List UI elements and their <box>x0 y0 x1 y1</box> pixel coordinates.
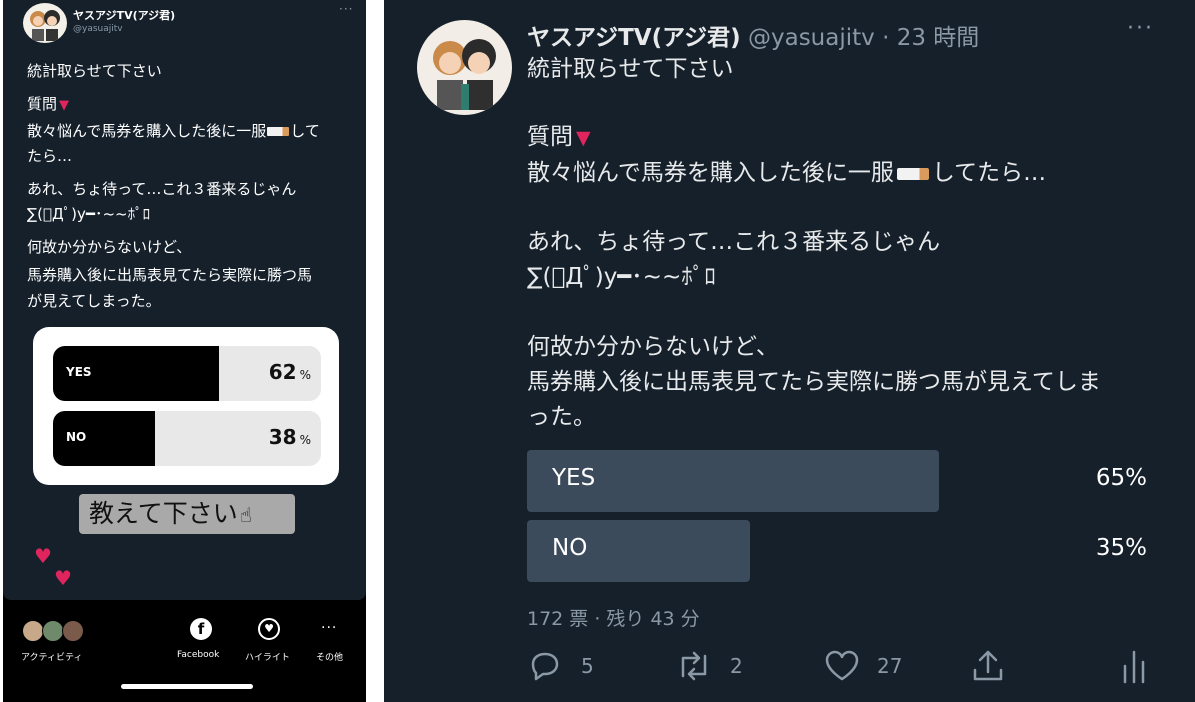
retweet-icon <box>681 651 707 681</box>
tweet-screenshot: ヤスアジTV(アジ君) @yasuajitv · 23 時間 ··· 統計取らせ… <box>384 0 1195 702</box>
tweet-line: 質問 ▼ <box>527 124 591 150</box>
red-triangle-icon: ▼ <box>576 127 591 149</box>
highlight-label[interactable]: ハイライト <box>245 650 290 663</box>
more-icon[interactable]: ··· <box>1127 16 1154 41</box>
poll-option-label: NO <box>552 535 588 561</box>
highlight-icon[interactable]: ♥ <box>258 618 280 640</box>
retweet-count: 2 <box>730 654 743 678</box>
tweet-line: 統計取らせて下さい <box>527 56 734 82</box>
author-handle[interactable]: @yasuajitv <box>73 24 123 34</box>
avatar[interactable] <box>417 20 512 115</box>
red-triangle-icon: ▼ <box>59 98 70 113</box>
analytics-button[interactable] <box>1119 648 1149 684</box>
facebook-icon[interactable]: f <box>190 618 212 640</box>
text-sticker: 教えて下さい ☝ <box>79 494 295 534</box>
share-button[interactable] <box>970 648 1010 684</box>
poll-option-yes[interactable]: YES 62% <box>53 346 321 401</box>
share-icon <box>973 650 1003 681</box>
poll-option-yes[interactable]: YES 65% <box>527 450 1147 512</box>
reply-button[interactable]: 5 <box>527 648 607 684</box>
more-icon[interactable]: ··· <box>321 620 337 636</box>
tweet-line: 散々悩んで馬券を購入した後に一服 してたら… <box>527 160 1047 186</box>
post-line: たら… <box>27 147 73 165</box>
story-screenshot: ヤスアジTV(アジ君) @yasuajitv ··· 統計取らせて下さい 質問 ▼… <box>3 0 366 702</box>
heart-icon: ♥ <box>34 544 52 568</box>
analytics-icon <box>1123 650 1145 684</box>
heart-outline-icon <box>825 650 859 681</box>
cigarette-icon <box>267 127 290 136</box>
post-line: 何故か分からないけど、 <box>27 238 192 256</box>
story-card: ヤスアジTV(アジ君) @yasuajitv ··· 統計取らせて下さい 質問 ▼… <box>3 0 366 600</box>
poll-option-label: YES <box>66 365 92 379</box>
poll-option-label: NO <box>66 430 87 444</box>
post-line: 統計取らせて下さい <box>27 62 162 80</box>
pointing-finger-icon: ☝ <box>239 503 252 527</box>
retweet-button[interactable]: 2 <box>674 648 754 684</box>
author-name[interactable]: ヤスアジTV(アジ君) <box>527 25 741 51</box>
viewer-avatar[interactable] <box>42 620 64 642</box>
like-count: 27 <box>877 654 903 678</box>
poll-option-percent: 62% <box>268 360 311 384</box>
author-handle-time[interactable]: @yasuajitv · 23 時間 <box>741 25 979 51</box>
poll-vote-summary: 172 票 · 残り 43 分 <box>527 608 700 630</box>
poll-option-percent: 65% <box>1095 465 1147 491</box>
post-line: 散々悩んで馬券を購入した後に一服 して <box>27 122 320 140</box>
tweet-line: 馬券購入後に出馬表見てたら実際に勝つ馬が見えてしま <box>527 369 1101 395</box>
cigarette-icon <box>896 167 929 180</box>
post-line: 質問 ▼ <box>27 95 70 113</box>
avatar[interactable] <box>23 3 67 43</box>
poll-option-no[interactable]: NO 38% <box>53 411 321 466</box>
tweet-line: ∑(ﾟДﾟ)y━･~~ﾎﾟﾛ <box>527 264 716 290</box>
poll-option-percent: 38% <box>268 425 311 449</box>
home-indicator[interactable] <box>121 684 253 689</box>
viewer-avatar[interactable] <box>22 620 44 642</box>
poll-option-no[interactable]: NO 35% <box>527 520 1147 582</box>
other-label[interactable]: その他 <box>316 650 343 663</box>
tweet-header: ヤスアジTV(アジ君) @yasuajitv · 23 時間 <box>527 18 979 52</box>
tweet-line: あれ、ちょ待って…これ３番来るじゃん <box>527 229 941 255</box>
post-line: が見えてしまった。 <box>27 292 161 310</box>
like-button[interactable]: 27 <box>822 648 912 684</box>
heart-icon: ♥ <box>54 566 72 590</box>
viewer-avatar[interactable] <box>62 620 84 642</box>
facebook-label[interactable]: Facebook <box>177 650 219 660</box>
poll-option-label: YES <box>552 465 596 491</box>
post-line: ∑(ﾟДﾟ)y━･~~ﾎﾟﾛ <box>27 205 151 223</box>
poll-sticker: YES 62% NO 38% <box>33 327 339 485</box>
tweet-line: った。 <box>527 404 596 430</box>
poll-option-percent: 35% <box>1095 535 1147 561</box>
post-line: あれ、ちょ待って…これ３番来るじゃん <box>27 180 297 198</box>
author-name[interactable]: ヤスアジTV(アジ君) <box>73 7 175 23</box>
reply-count: 5 <box>581 654 594 678</box>
more-icon[interactable]: ··· <box>339 2 353 16</box>
post-line: 馬券購入後に出馬表見てたら実際に勝つ馬 <box>27 266 313 284</box>
activity-label[interactable]: アクティビティ <box>21 650 82 663</box>
tweet-line: 何故か分からないけど、 <box>527 334 779 360</box>
reply-icon <box>531 652 559 681</box>
